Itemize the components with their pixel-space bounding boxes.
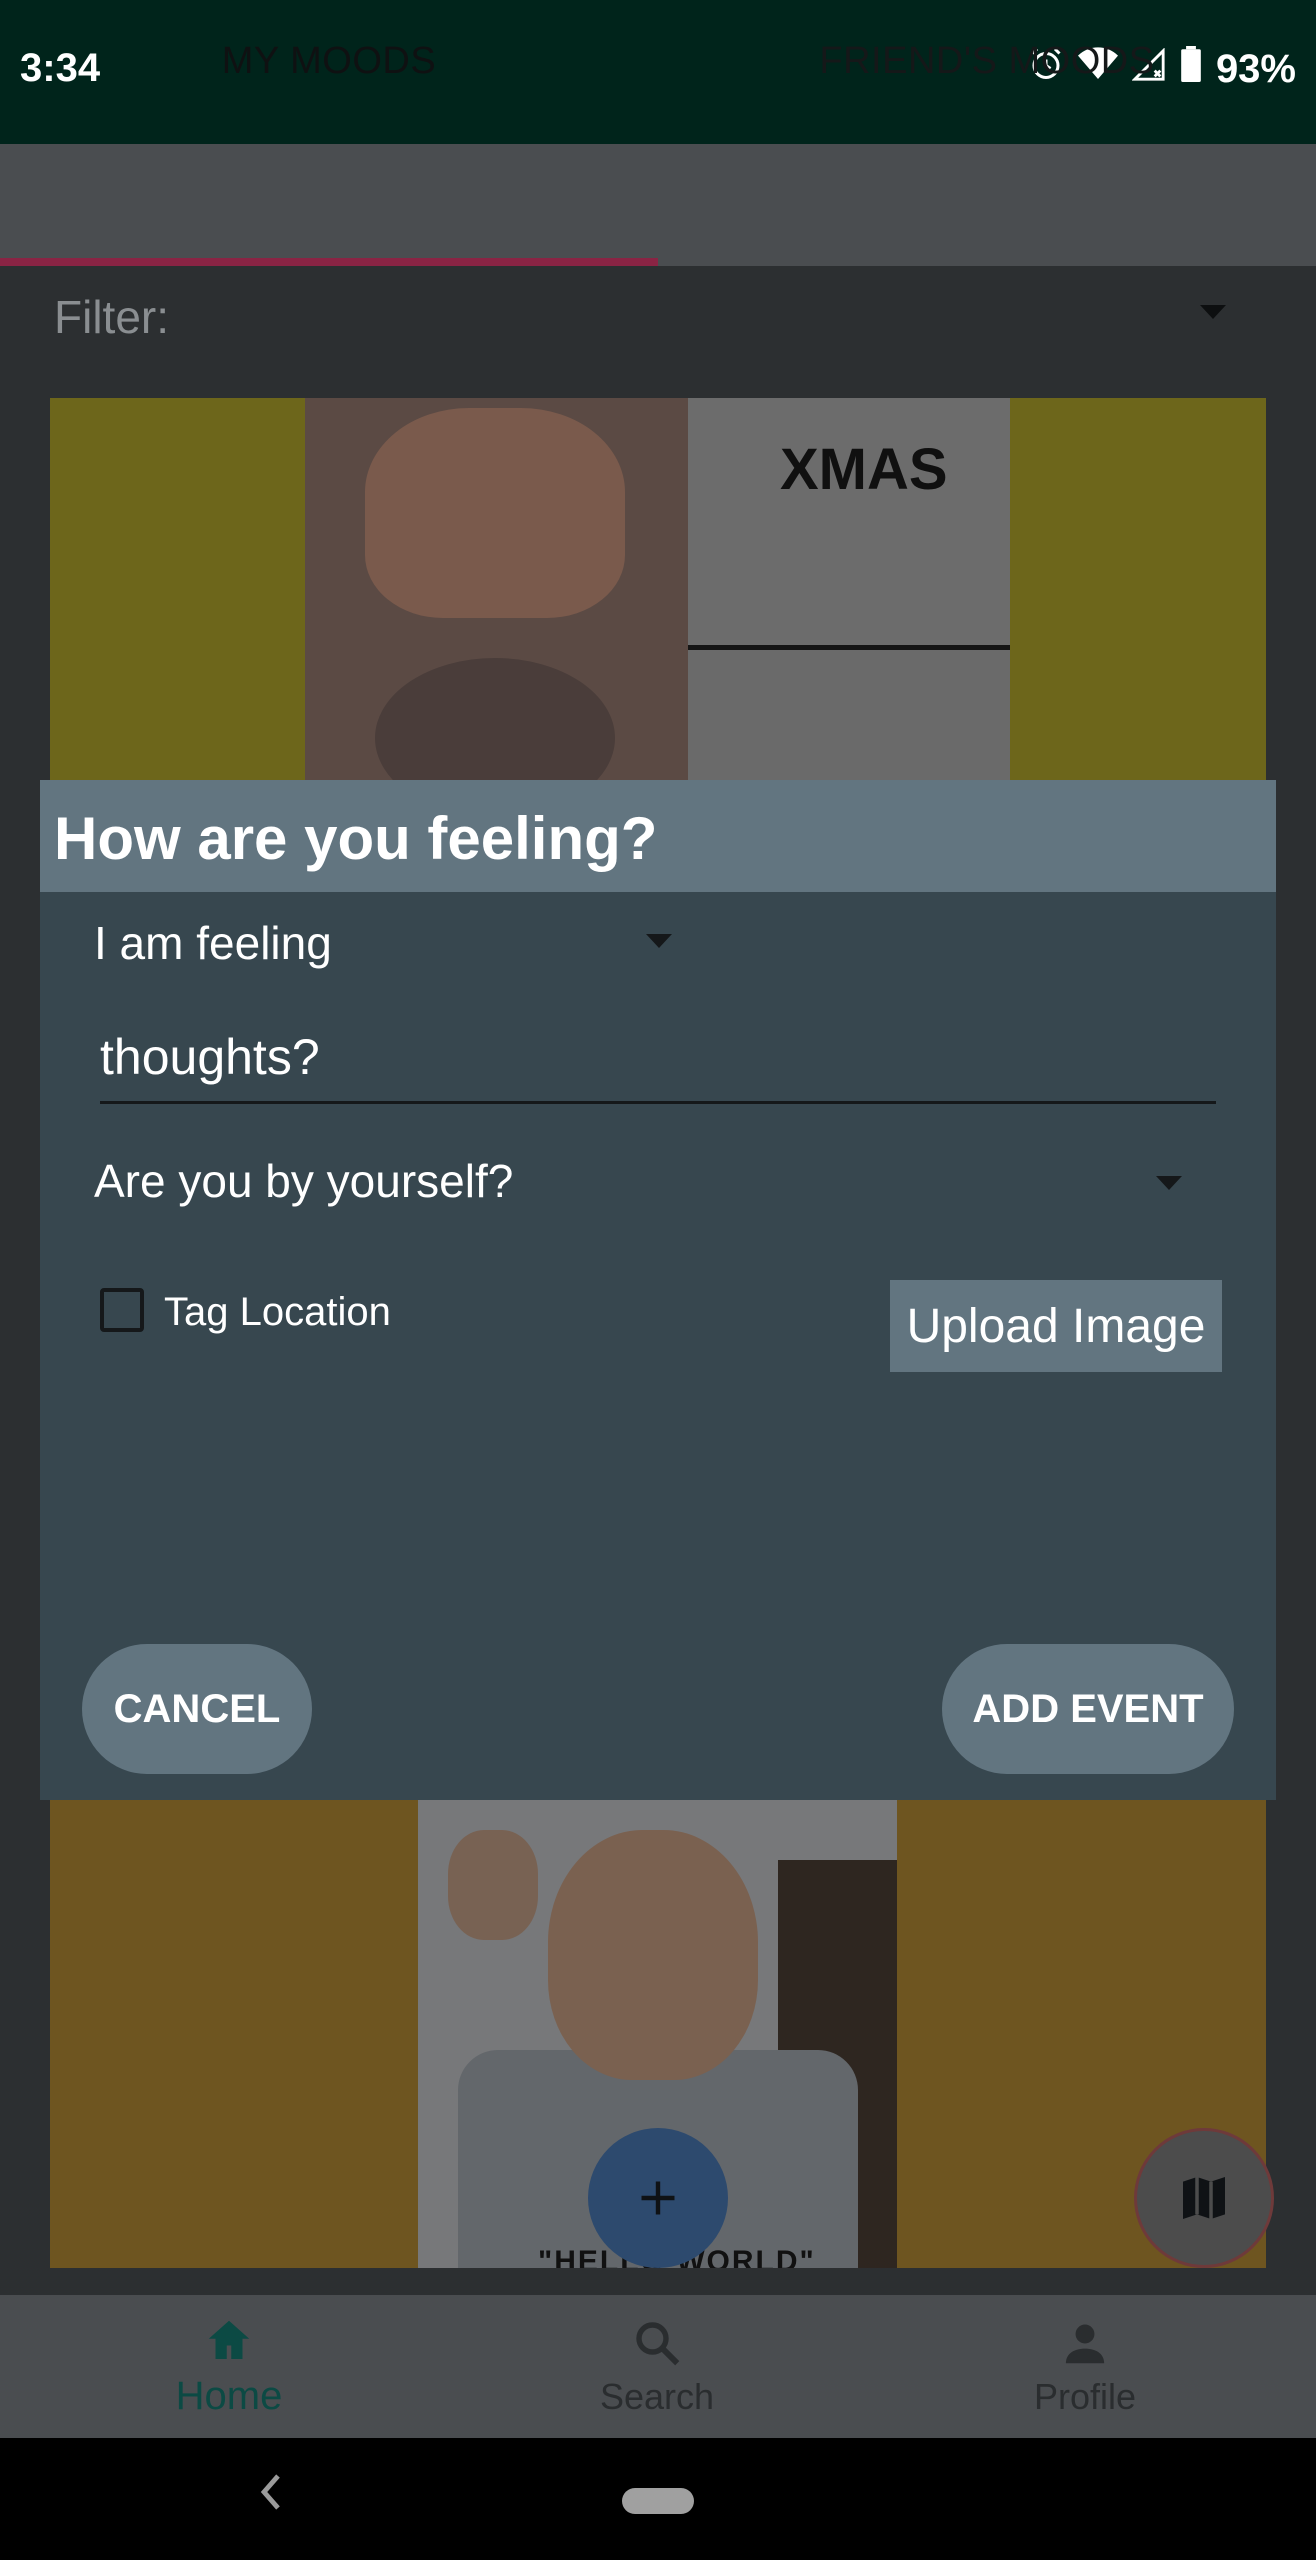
meme-face	[375, 658, 615, 780]
filter-dropdown-icon[interactable]	[1200, 305, 1226, 319]
tab-indicator	[0, 258, 658, 266]
map-fab[interactable]	[1134, 2128, 1274, 2268]
thoughts-input[interactable]	[100, 1018, 1216, 1104]
nav-home[interactable]: Home	[10, 2295, 448, 2438]
alone-dropdown[interactable]: Are you by yourself?	[94, 1154, 513, 1208]
home-icon	[208, 2320, 250, 2359]
cancel-button[interactable]: CANCEL	[82, 1644, 312, 1774]
nav-search[interactable]: Search	[438, 2295, 876, 2438]
alone-dropdown-icon[interactable]	[1156, 1176, 1182, 1190]
meme-caption-top: XMAS	[780, 437, 948, 502]
tag-location-label: Tag Location	[164, 1290, 391, 1334]
meme-fist	[448, 1830, 538, 1940]
mood-card-image-top: XMAS	[305, 398, 1010, 780]
search-icon	[636, 2321, 680, 2365]
tab-friends-moods[interactable]: FRIEND'S MOODS	[658, 0, 1316, 122]
back-icon[interactable]	[255, 2472, 285, 2523]
meme-divider	[688, 645, 1010, 650]
map-icon	[1183, 2177, 1225, 2219]
meme-face	[365, 408, 625, 618]
nav-home-label: Home	[175, 2374, 283, 2418]
filter-row[interactable]	[0, 266, 1316, 376]
feeling-dropdown-icon[interactable]	[646, 934, 672, 948]
meme-panel-left	[305, 398, 688, 780]
plus-icon	[641, 2181, 675, 2215]
home-pill[interactable]	[622, 2488, 694, 2514]
tab-my-moods[interactable]: MY MOODS	[0, 0, 658, 122]
dialog-header: How are you feeling?	[40, 780, 1276, 892]
nav-profile-label: Profile	[1033, 2375, 1137, 2417]
person-icon	[1065, 2324, 1105, 2363]
filter-label: Filter:	[54, 291, 169, 343]
upload-image-button[interactable]: Upload Image	[890, 1280, 1222, 1372]
meme-panel-right-lower	[688, 650, 1010, 780]
add-mood-fab[interactable]	[588, 2128, 728, 2268]
meme-face	[548, 1830, 758, 2080]
feeling-dropdown[interactable]: I am feeling	[94, 916, 332, 970]
tag-location-checkbox[interactable]	[100, 1288, 144, 1332]
nav-profile[interactable]: Profile	[866, 2295, 1304, 2438]
nav-search-label: Search	[599, 2375, 715, 2417]
add-event-button[interactable]: ADD EVENT	[942, 1644, 1234, 1774]
add-mood-dialog: How are you feeling? I am feeling Are yo…	[40, 780, 1276, 1800]
dialog-title: How are you feeling?	[54, 805, 658, 872]
tab-bar	[0, 144, 1316, 266]
